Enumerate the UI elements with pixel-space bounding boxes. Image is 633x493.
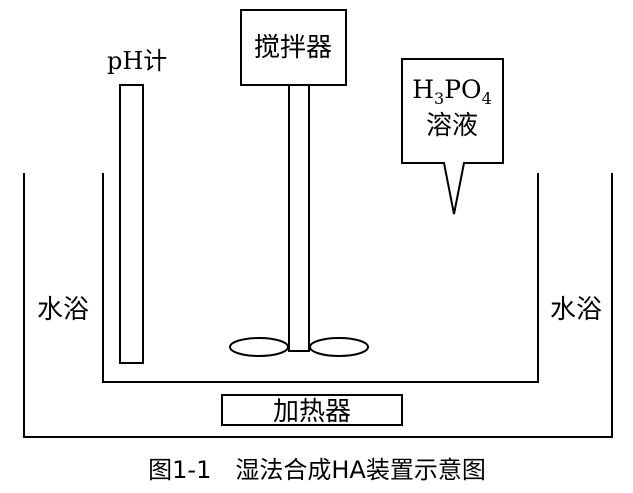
water-bath-label-left: 水浴 bbox=[37, 295, 89, 325]
stirrer-label: 搅拌器 bbox=[254, 33, 332, 63]
stirrer-blade-right bbox=[309, 337, 369, 357]
stirrer-shaft bbox=[288, 84, 310, 352]
heater-label: 加热器 bbox=[273, 397, 351, 427]
stirrer-blade-left bbox=[229, 337, 289, 357]
diagram-canvas: pH计 搅拌器 H3PO4 溶液 水浴 水浴 加热器 图1-1 湿法合成HA装置… bbox=[0, 0, 633, 493]
ph-meter-probe bbox=[119, 84, 144, 364]
solution-label: 溶液 bbox=[426, 111, 478, 141]
water-bath-label-right: 水浴 bbox=[550, 295, 602, 325]
ph-meter-label: pH计 bbox=[107, 47, 167, 75]
formula-po: PO bbox=[444, 75, 481, 104]
apparatus-diagram: pH计 搅拌器 H3PO4 溶液 水浴 水浴 加热器 图1-1 湿法合成HA装置… bbox=[23, 9, 613, 484]
formula-sub-3: 3 bbox=[434, 89, 444, 108]
inner-vessel bbox=[102, 173, 539, 383]
figure-caption: 图1-1 湿法合成HA装置示意图 bbox=[148, 456, 486, 484]
formula-sub-4: 4 bbox=[482, 89, 492, 108]
acid-formula-label: H3PO4 bbox=[412, 75, 492, 108]
formula-h: H bbox=[412, 75, 434, 104]
